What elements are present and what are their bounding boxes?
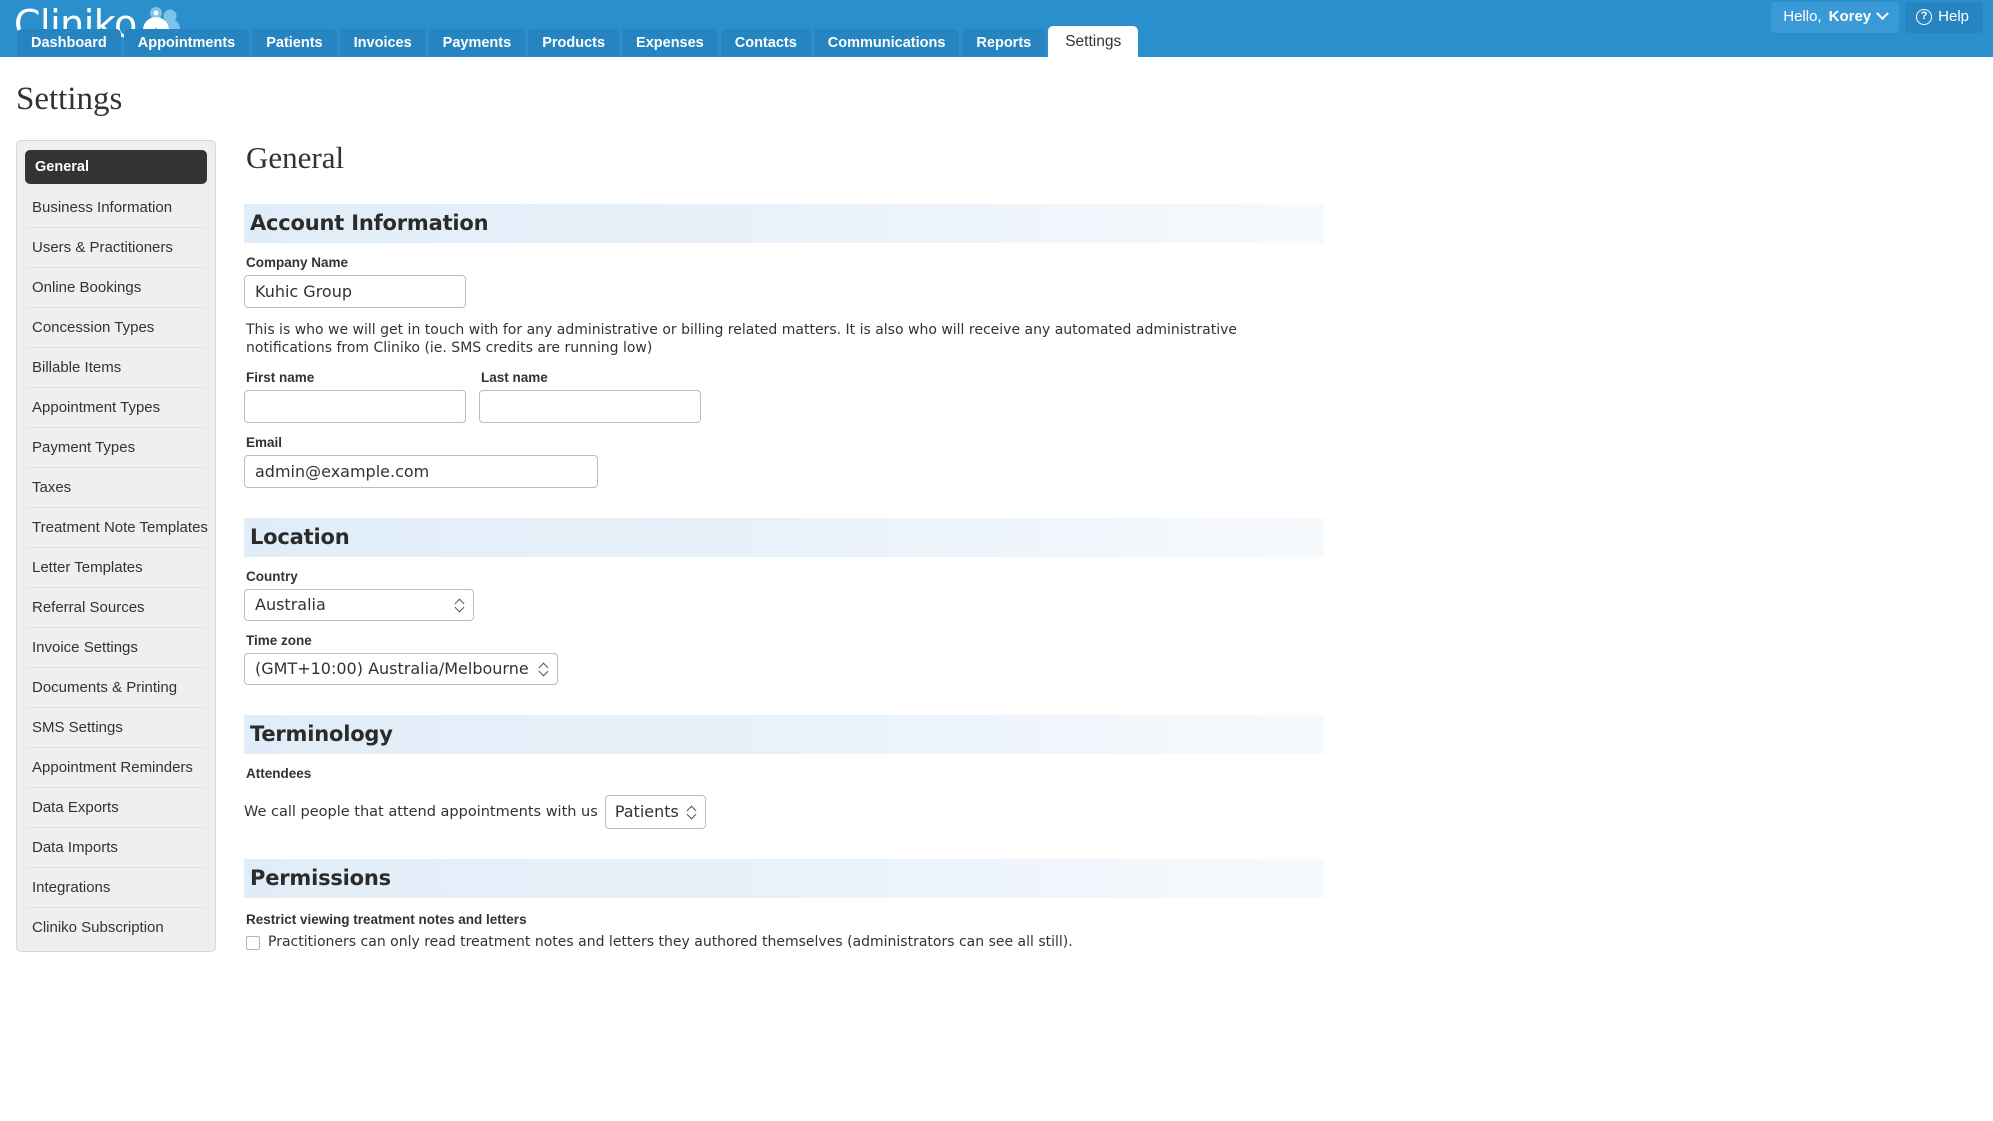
last-name-input[interactable] [479,390,701,423]
nav-tab-dashboard[interactable]: Dashboard [17,29,121,57]
nav-tab-communications[interactable]: Communications [814,29,960,57]
first-name-group: First name [244,358,466,423]
email-label: Email [246,435,1354,450]
chevron-down-icon [1876,7,1889,20]
attendees-row: We call people that attend appointments … [244,795,1354,829]
sidebar-item-payment-types[interactable]: Payment Types [25,428,207,468]
sidebar-item-concession-types[interactable]: Concession Types [25,308,207,348]
first-name-label: First name [246,370,466,385]
attendees-sentence: We call people that attend appointments … [244,804,598,820]
nav-tab-settings[interactable]: Settings [1048,26,1138,57]
select-arrows-icon [456,599,464,611]
sidebar-item-treatment-note-templates[interactable]: Treatment Note Templates [25,508,207,548]
question-circle-icon: ? [1916,9,1932,25]
nav-tab-contacts[interactable]: Contacts [721,29,811,57]
sidebar-item-billable-items[interactable]: Billable Items [25,348,207,388]
spacer [244,488,1354,518]
sidebar-item-integrations[interactable]: Integrations [25,868,207,908]
last-name-label: Last name [481,370,701,385]
help-button[interactable]: ? Help [1905,2,1983,33]
sidebar-item-general[interactable]: General [25,150,207,184]
attendees-term-select[interactable]: Patients [605,795,706,829]
first-name-input[interactable] [244,390,466,423]
restrict-notes-checkbox[interactable] [246,936,260,950]
settings-sidebar: General Business InformationUsers & Pract… [16,140,216,952]
section-page-title: General [246,140,1354,176]
nav-tab-patients[interactable]: Patients [252,29,336,57]
nav-tab-reports[interactable]: Reports [962,29,1045,57]
select-arrows-icon [540,663,548,675]
account-help-text: This is who we will get in touch with fo… [246,322,1321,358]
sidebar-item-referral-sources[interactable]: Referral Sources [25,588,207,628]
sidebar-item-appointment-types[interactable]: Appointment Types [25,388,207,428]
nav-tab-appointments[interactable]: Appointments [124,29,249,57]
top-header-bar: Cliniko Hello, Korey ? Help DashboardApp… [0,0,1993,57]
page-layout: General Business InformationUsers & Pract… [0,140,1993,952]
name-fields-row: First name Last name [244,358,1354,423]
spacer [244,829,1354,859]
country-select-value: Australia [255,595,326,614]
account-information-heading: Account Information [250,211,1324,235]
attendees-term-value: Patients [615,802,679,821]
nav-tab-invoices[interactable]: Invoices [340,29,426,57]
location-heading: Location [250,525,1324,549]
restrict-notes-label: Restrict viewing treatment notes and let… [246,912,1354,927]
timezone-label: Time zone [246,633,1354,648]
nav-tab-products[interactable]: Products [528,29,619,57]
sidebar-item-sms-settings[interactable]: SMS Settings [25,708,207,748]
timezone-select[interactable]: (GMT+10:00) Australia/Melbourne [244,653,558,685]
sidebar-item-online-bookings[interactable]: Online Bookings [25,268,207,308]
settings-main-content: General Account Information Company Name… [244,140,1354,951]
sidebar-item-users-practitioners[interactable]: Users & Practitioners [25,228,207,268]
sidebar-item-invoice-settings[interactable]: Invoice Settings [25,628,207,668]
sidebar-item-appointment-reminders[interactable]: Appointment Reminders [25,748,207,788]
last-name-group: Last name [479,358,701,423]
restrict-notes-row: Practitioners can only read treatment no… [246,934,1354,951]
terminology-header: Terminology [244,715,1324,754]
sidebar-item-taxes[interactable]: Taxes [25,468,207,508]
attendees-label: Attendees [246,766,1354,781]
timezone-select-value: (GMT+10:00) Australia/Melbourne [255,659,529,678]
country-label: Country [246,569,1354,584]
sidebar-item-cliniko-subscription[interactable]: Cliniko Subscription [25,908,207,947]
header-actions: Hello, Korey ? Help [1771,2,1983,33]
help-label: Help [1938,8,1969,25]
user-greeting-prefix: Hello, [1783,8,1821,25]
account-information-header: Account Information [244,204,1324,243]
company-name-label: Company Name [246,255,1354,270]
spacer [244,685,1354,715]
location-header: Location [244,518,1324,557]
permissions-heading: Permissions [250,866,1324,890]
email-input[interactable] [244,455,598,488]
sidebar-item-data-exports[interactable]: Data Exports [25,788,207,828]
restrict-notes-text: Practitioners can only read treatment no… [268,934,1073,951]
nav-tab-expenses[interactable]: Expenses [622,29,718,57]
main-navigation-tabs: DashboardAppointmentsPatientsInvoicesPay… [17,26,1138,57]
permissions-header: Permissions [244,859,1324,898]
sidebar-item-documents-printing[interactable]: Documents & Printing [25,668,207,708]
country-select[interactable]: Australia [244,589,474,621]
company-name-input[interactable] [244,275,466,308]
user-menu-button[interactable]: Hello, Korey [1771,2,1899,33]
sidebar-item-business-information[interactable]: Business Information [25,188,207,228]
user-name: Korey [1829,8,1872,25]
select-arrows-icon [688,806,696,818]
sidebar-item-data-imports[interactable]: Data Imports [25,828,207,868]
nav-tab-payments[interactable]: Payments [429,29,526,57]
sidebar-item-letter-templates[interactable]: Letter Templates [25,548,207,588]
page-title: Settings [16,81,1993,118]
terminology-heading: Terminology [250,722,1324,746]
